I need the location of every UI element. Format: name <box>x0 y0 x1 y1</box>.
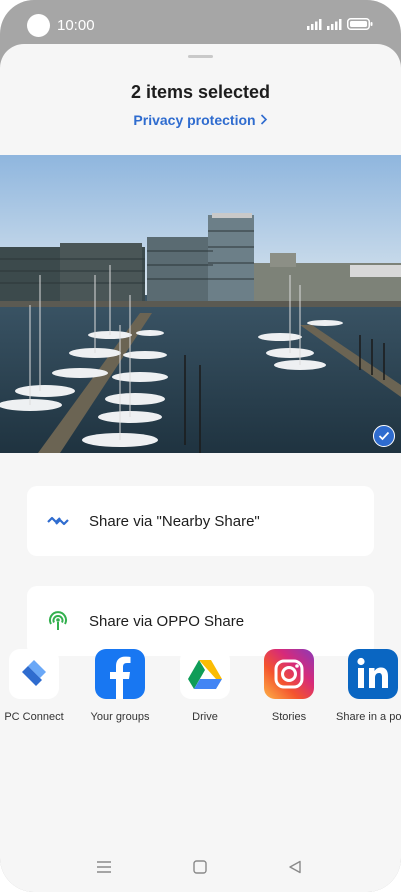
back-nav-icon[interactable] <box>288 860 302 874</box>
app-label: PC Connect <box>4 711 64 723</box>
app-pc-connect[interactable]: PC Connect <box>0 649 74 725</box>
sheet-drag-handle[interactable] <box>188 55 213 58</box>
app-label: Stories <box>271 711 307 723</box>
signal-icon <box>327 19 342 30</box>
google-drive-icon <box>180 649 230 699</box>
privacy-link-label: Privacy protection <box>133 112 256 128</box>
status-bar: 10:00 <box>0 0 401 48</box>
app-share-row: PC Connect Your groups Drive Stories Sha… <box>0 649 401 759</box>
instagram-icon <box>264 649 314 699</box>
signal-icon <box>307 19 322 30</box>
share-option-nearby-share[interactable]: Share via "Nearby Share" <box>27 486 374 556</box>
home-nav-icon[interactable] <box>193 860 207 874</box>
chevron-right-icon <box>260 112 268 128</box>
app-facebook-groups[interactable]: Your groups <box>80 649 160 725</box>
selected-check-icon[interactable] <box>373 425 395 447</box>
linkedin-icon <box>348 649 398 699</box>
share-sheet: 2 items selected Privacy protection Shar… <box>0 44 401 892</box>
sheet-title: 2 items selected <box>130 82 271 102</box>
camera-cutout <box>27 14 50 37</box>
share-option-label: Share via OPPO Share <box>89 612 245 630</box>
battery-icon <box>347 18 373 30</box>
status-icons <box>307 18 373 30</box>
privacy-protection-link[interactable]: Privacy protection <box>0 112 401 128</box>
menu-nav-icon[interactable] <box>97 860 111 874</box>
facebook-icon <box>95 649 145 699</box>
navigation-bar <box>0 856 401 892</box>
app-google-drive[interactable]: Drive <box>165 649 245 725</box>
app-linkedin-post[interactable]: Share in a post <box>333 649 401 725</box>
pc-connect-icon <box>9 649 59 699</box>
harbor-photo <box>0 155 401 453</box>
app-label: Your groups <box>90 711 150 723</box>
share-option-oppo-share[interactable]: Share via OPPO Share <box>27 586 374 656</box>
oppo-share-icon <box>27 609 89 633</box>
selected-photo[interactable] <box>0 155 401 453</box>
nearby-share-icon <box>27 514 89 528</box>
share-option-label: Share via "Nearby Share" <box>89 512 260 530</box>
app-label: Drive <box>192 711 218 723</box>
status-time: 10:00 <box>57 17 95 34</box>
app-instagram-stories[interactable]: Stories <box>249 649 329 725</box>
phone-frame: 10:00 2 items selected Privacy protectio… <box>0 0 401 892</box>
app-label: Share in a post <box>336 711 401 723</box>
